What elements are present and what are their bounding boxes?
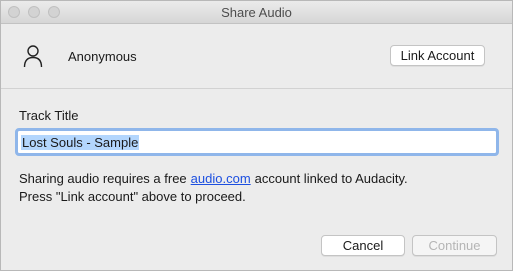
user-icon (23, 45, 43, 68)
divider (1, 88, 512, 89)
info-line-2: Press "Link account" above to proceed. (19, 189, 246, 204)
share-audio-dialog: Share Audio Anonymous Link Account Track… (0, 0, 513, 271)
track-title-value: Lost Souls - Sample (21, 135, 140, 150)
info-line-1-suffix: account linked to Audacity. (254, 171, 408, 186)
track-title-input[interactable]: Lost Souls - Sample (15, 128, 499, 156)
info-text: Sharing audio requires a free audio.com ac… (19, 170, 408, 206)
cancel-button[interactable]: Cancel (321, 235, 405, 256)
info-line-1-prefix: Sharing audio requires a free (19, 171, 187, 186)
title-bar: Share Audio (1, 1, 512, 24)
continue-button[interactable]: Continue (412, 235, 497, 256)
account-name: Anonymous (68, 49, 137, 64)
link-account-button[interactable]: Link Account (390, 45, 485, 66)
track-title-label: Track Title (19, 108, 79, 123)
window-title: Share Audio (221, 5, 292, 20)
audio-com-link[interactable]: audio.com (191, 171, 251, 186)
info-line-1: Sharing audio requires a free audio.com ac… (19, 170, 408, 188)
